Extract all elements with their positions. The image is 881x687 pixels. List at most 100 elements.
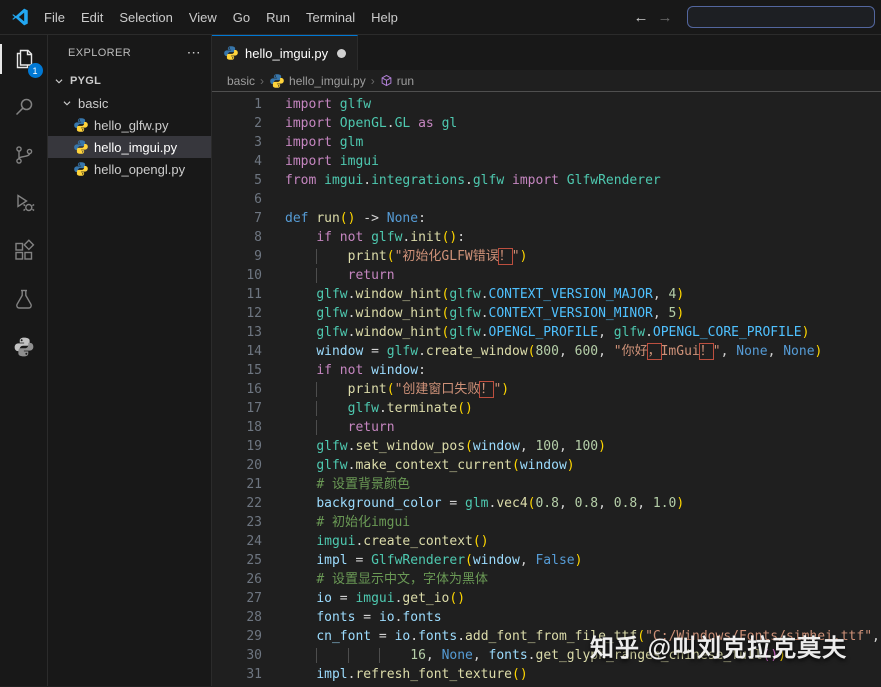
- line-number[interactable]: 6: [212, 190, 262, 209]
- line-number[interactable]: 1: [212, 95, 262, 114]
- modified-dot-icon[interactable]: [337, 48, 347, 58]
- line-number[interactable]: 14: [212, 342, 262, 361]
- line-number[interactable]: 30: [212, 646, 262, 665]
- line-number[interactable]: 27: [212, 589, 262, 608]
- line-number[interactable]: 20: [212, 456, 262, 475]
- breadcrumb-symbol-run[interactable]: run: [380, 74, 414, 88]
- code-line-25[interactable]: 25 impl = GlfwRenderer(window, False): [212, 551, 881, 570]
- activity-testing[interactable]: [0, 275, 48, 323]
- menu-edit[interactable]: Edit: [73, 7, 111, 28]
- method-symbol-icon: [380, 74, 393, 87]
- code-line-19[interactable]: 19 glfw.set_window_pos(window, 100, 100): [212, 437, 881, 456]
- code-line-5[interactable]: 5 from imgui.integrations.glfw import Glf…: [212, 171, 881, 190]
- menu-file[interactable]: File: [36, 7, 73, 28]
- file-hello_opengl-py[interactable]: hello_opengl.py: [48, 158, 211, 180]
- more-actions-icon[interactable]: ⋯: [187, 44, 201, 61]
- code-line-23[interactable]: 23 # 初始化imgui: [212, 513, 881, 532]
- activity-python[interactable]: [0, 323, 48, 371]
- code-line-13[interactable]: 13 glfw.window_hint(glfw.OPENGL_PROFILE,…: [212, 323, 881, 342]
- code-line-20[interactable]: 20 glfw.make_context_current(window): [212, 456, 881, 475]
- code-line-7[interactable]: 7 def run() -> None:: [212, 209, 881, 228]
- activity-search[interactable]: [0, 83, 48, 131]
- line-number[interactable]: 21: [212, 475, 262, 494]
- line-number[interactable]: 15: [212, 361, 262, 380]
- code-line-14[interactable]: 14 window = glfw.create_window(800, 600,…: [212, 342, 881, 361]
- code-line-22[interactable]: 22 background_color = glm.vec4(0.8, 0.8,…: [212, 494, 881, 513]
- menu-terminal[interactable]: Terminal: [298, 7, 363, 28]
- code-line-3[interactable]: 3 import glm: [212, 133, 881, 152]
- code-line-28[interactable]: 28 fonts = io.fonts: [212, 608, 881, 627]
- line-number[interactable]: 23: [212, 513, 262, 532]
- line-number[interactable]: 10: [212, 266, 262, 285]
- code-line-27[interactable]: 27 io = imgui.get_io(): [212, 589, 881, 608]
- activity-extensions[interactable]: [0, 227, 48, 275]
- code-text: return: [262, 418, 395, 437]
- code-line-26[interactable]: 26 # 设置显示中文，字体为黑体: [212, 570, 881, 589]
- line-number[interactable]: 22: [212, 494, 262, 513]
- line-number[interactable]: 25: [212, 551, 262, 570]
- file-hello_imgui-py[interactable]: hello_imgui.py: [48, 136, 211, 158]
- nav-back-icon[interactable]: ←: [629, 9, 653, 26]
- line-number[interactable]: 9: [212, 247, 262, 266]
- code-line-29[interactable]: 29 cn_font = io.fonts.add_font_from_file…: [212, 627, 881, 646]
- code-line-21[interactable]: 21 # 设置背景颜色: [212, 475, 881, 494]
- code-line-9[interactable]: 9 print("初始化GLFW错误！"): [212, 247, 881, 266]
- line-number[interactable]: 16: [212, 380, 262, 399]
- code-line-16[interactable]: 16 print("创建窗口失败！"): [212, 380, 881, 399]
- breadcrumb-folder[interactable]: basic: [227, 74, 255, 88]
- line-number[interactable]: 7: [212, 209, 262, 228]
- activity-run-debug[interactable]: [0, 179, 48, 227]
- code-line-1[interactable]: 1 import glfw: [212, 95, 881, 114]
- tab-hello-imgui[interactable]: hello_imgui.py: [212, 35, 359, 70]
- code-line-2[interactable]: 2 import OpenGL.GL as gl: [212, 114, 881, 133]
- code-line-18[interactable]: 18 return: [212, 418, 881, 437]
- code-line-4[interactable]: 4 import imgui: [212, 152, 881, 171]
- menu-help[interactable]: Help: [363, 7, 406, 28]
- code-text: print("创建窗口失败！"): [262, 380, 509, 399]
- menu-selection[interactable]: Selection: [111, 7, 180, 28]
- line-number[interactable]: 18: [212, 418, 262, 437]
- activity-source-control[interactable]: [0, 131, 48, 179]
- line-number[interactable]: 19: [212, 437, 262, 456]
- code-line-17[interactable]: 17 glfw.terminate(): [212, 399, 881, 418]
- file-hello_glfw-py[interactable]: hello_glfw.py: [48, 114, 211, 136]
- code-line-24[interactable]: 24 imgui.create_context(): [212, 532, 881, 551]
- line-number[interactable]: 4: [212, 152, 262, 171]
- line-number[interactable]: 13: [212, 323, 262, 342]
- line-number[interactable]: 11: [212, 285, 262, 304]
- activity-explorer[interactable]: 1: [0, 35, 48, 83]
- code-line-30[interactable]: 30 16, None, fonts.get_glyph_ranges_chin…: [212, 646, 881, 665]
- line-number[interactable]: 3: [212, 133, 262, 152]
- line-number[interactable]: 8: [212, 228, 262, 247]
- code-line-8[interactable]: 8 if not glfw.init():: [212, 228, 881, 247]
- menu-go[interactable]: Go: [225, 7, 258, 28]
- nav-forward-icon[interactable]: →: [653, 9, 677, 26]
- code-line-6[interactable]: 6: [212, 190, 881, 209]
- line-number[interactable]: 26: [212, 570, 262, 589]
- file-label: hello_glfw.py: [94, 117, 169, 133]
- line-number[interactable]: 31: [212, 665, 262, 684]
- menu-run[interactable]: Run: [258, 7, 298, 28]
- command-center-search[interactable]: [687, 6, 875, 28]
- line-number[interactable]: 29: [212, 627, 262, 646]
- line-number[interactable]: 12: [212, 304, 262, 323]
- line-number[interactable]: 24: [212, 532, 262, 551]
- menu-view[interactable]: View: [181, 7, 225, 28]
- indent-guide: [316, 268, 347, 283]
- line-number[interactable]: 28: [212, 608, 262, 627]
- code-line-31[interactable]: 31 impl.refresh_font_texture(): [212, 665, 881, 684]
- code-editor[interactable]: 1 import glfw 2 import OpenGL.GL as gl 3 impo…: [212, 92, 881, 686]
- line-number[interactable]: 5: [212, 171, 262, 190]
- code-line-15[interactable]: 15 if not window:: [212, 361, 881, 380]
- tree-root-pygl[interactable]: PYGL: [48, 70, 211, 92]
- code-line-11[interactable]: 11 glfw.window_hint(glfw.CONTEXT_VERSION…: [212, 285, 881, 304]
- breadcrumb-file[interactable]: hello_imgui.py: [269, 73, 366, 89]
- tree-folder-basic[interactable]: basic: [48, 92, 211, 114]
- code-line-12[interactable]: 12 glfw.window_hint(glfw.CONTEXT_VERSION…: [212, 304, 881, 323]
- line-number[interactable]: 2: [212, 114, 262, 133]
- line-number[interactable]: 17: [212, 399, 262, 418]
- code-line-10[interactable]: 10 return: [212, 266, 881, 285]
